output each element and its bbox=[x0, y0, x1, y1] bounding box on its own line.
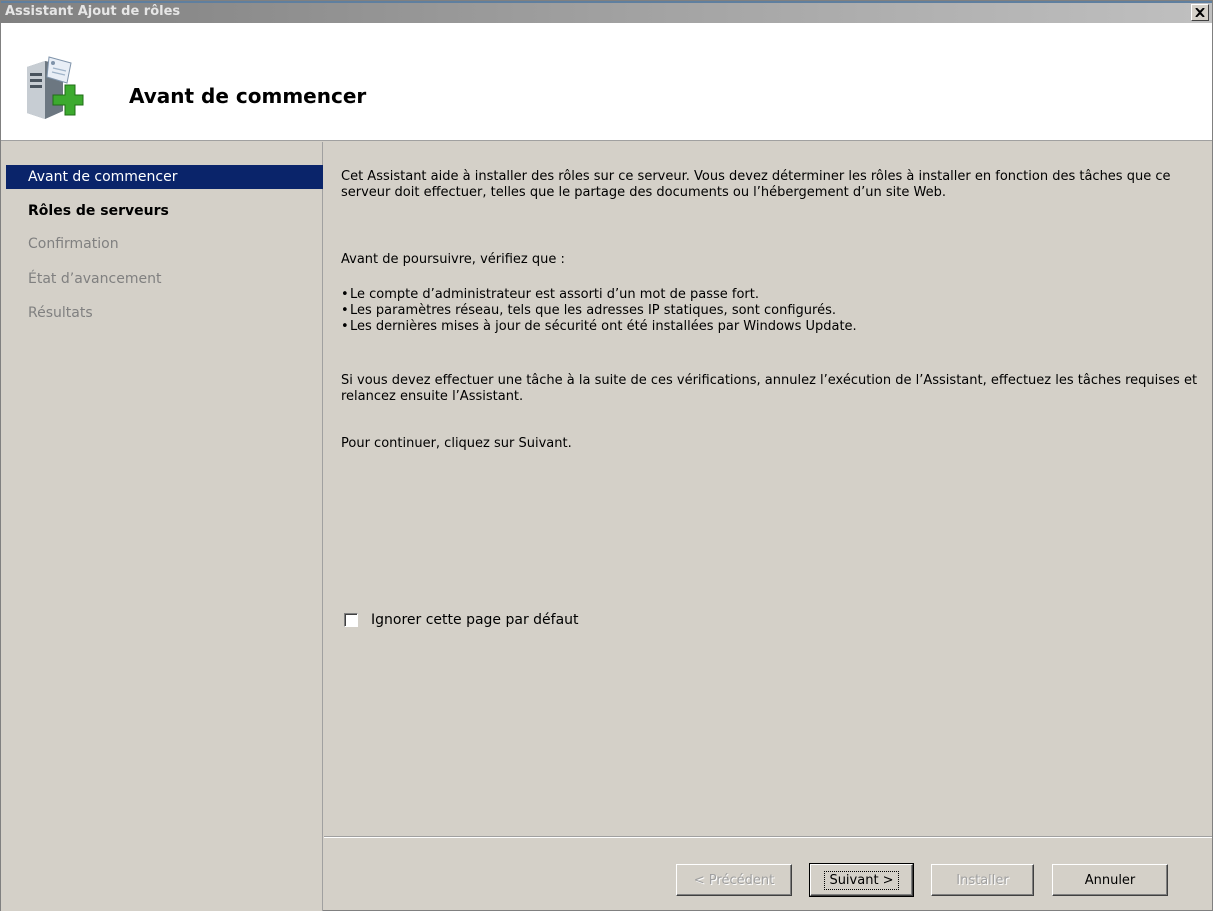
cancel-button[interactable]: Annuler bbox=[1052, 864, 1168, 896]
skip-page-label[interactable]: Ignorer cette page par défaut bbox=[371, 612, 579, 628]
checklist: Le compte d’administrateur est assorti d… bbox=[341, 287, 1201, 335]
list-item: Le compte d’administrateur est assorti d… bbox=[341, 287, 1201, 303]
cancel-note-text: Si vous devez effectuer une tâche à la s… bbox=[341, 373, 1198, 404]
wizard-header: Avant de commencer bbox=[1, 23, 1212, 141]
intro-text: Cet Assistant aide à installer des rôles… bbox=[341, 169, 1171, 200]
wizard-content: Cet Assistant aide à installer des rôles… bbox=[324, 142, 1212, 836]
step-avant-de-commencer[interactable]: Avant de commencer bbox=[6, 165, 323, 189]
step-etat-avancement: État d’avancement bbox=[28, 271, 162, 287]
title-bar[interactable]: Assistant Ajout de rôles bbox=[1, 1, 1212, 23]
install-button[interactable]: Installer bbox=[931, 864, 1034, 896]
step-confirmation: Confirmation bbox=[28, 236, 119, 252]
close-button[interactable] bbox=[1191, 4, 1209, 21]
next-button-label: Suivant > bbox=[824, 870, 899, 890]
before-continue-text: Avant de poursuivre, vérifiez que : bbox=[341, 252, 565, 267]
wizard-footer: < Précédent Suivant > Installer Annuler bbox=[324, 836, 1212, 911]
skip-page-option[interactable]: Ignorer cette page par défaut bbox=[344, 611, 579, 629]
previous-button[interactable]: < Précédent bbox=[676, 864, 792, 896]
step-resultats: Résultats bbox=[28, 305, 93, 321]
page-title: Avant de commencer bbox=[129, 84, 367, 108]
step-roles-de-serveurs[interactable]: Rôles de serveurs bbox=[1, 199, 323, 223]
list-item: Les paramètres réseau, tels que les adre… bbox=[341, 303, 1201, 319]
wizard-steps-sidebar: Avant de commencer Rôles de serveurs Con… bbox=[1, 142, 323, 911]
skip-page-checkbox[interactable] bbox=[344, 613, 358, 627]
next-button[interactable]: Suivant > bbox=[809, 863, 914, 897]
server-roles-add-icon bbox=[27, 56, 84, 119]
close-icon bbox=[1195, 8, 1205, 17]
window-title: Assistant Ajout de rôles bbox=[5, 4, 181, 19]
list-item: Les dernières mises à jour de sécurité o… bbox=[341, 319, 1201, 335]
continue-note-text: Pour continuer, cliquez sur Suivant. bbox=[341, 436, 572, 451]
wizard-window: Assistant Ajout de rôles Avant de commen… bbox=[0, 0, 1213, 911]
